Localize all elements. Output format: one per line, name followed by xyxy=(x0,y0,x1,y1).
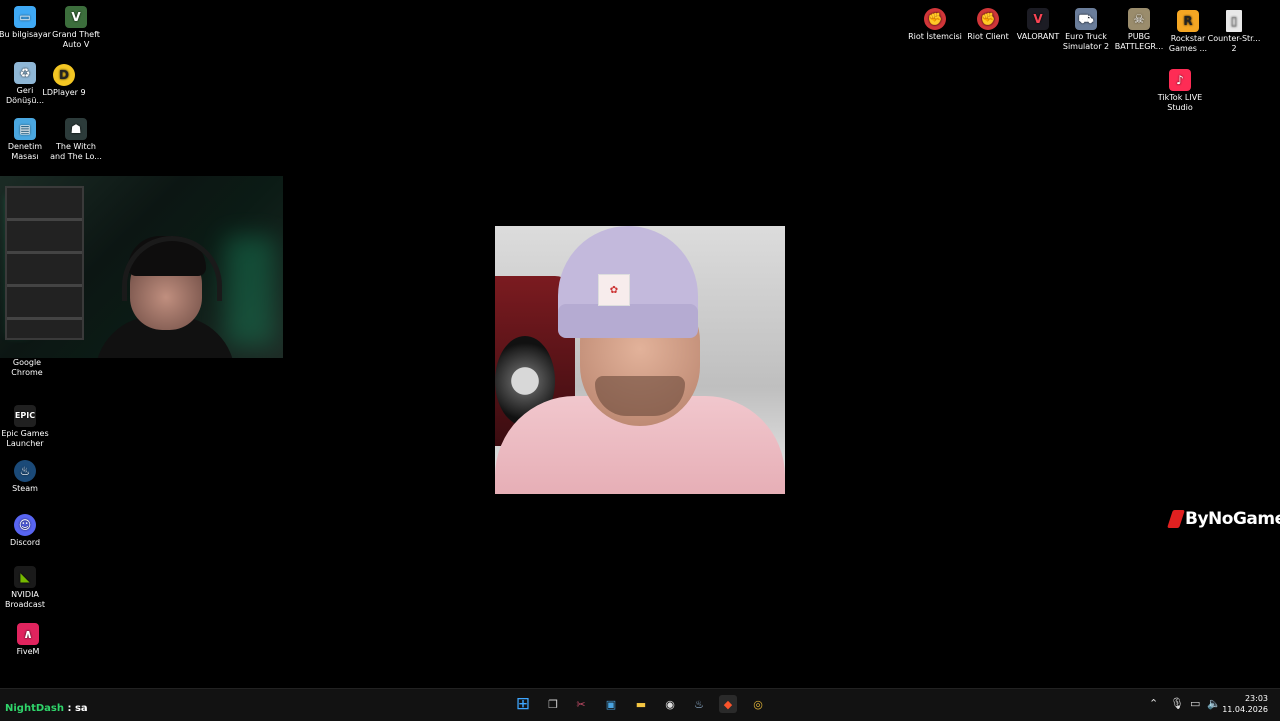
steam-icon: ♨ xyxy=(14,460,36,482)
desktop-icon-counter-strike[interactable]: ▯ Counter-Str... 2 xyxy=(1204,10,1264,54)
chat-username: NightDash xyxy=(5,703,64,714)
system-clock[interactable]: 23:03 11.04.2026 xyxy=(1220,693,1268,715)
rockstar-icon: R xyxy=(1177,10,1199,32)
webcam-overlay xyxy=(0,176,283,358)
riot-client-icon: ✊ xyxy=(977,8,999,30)
stream-chat-message: NightDash : sa xyxy=(5,703,88,714)
chevron-up-icon[interactable]: ⌃ xyxy=(1149,697,1158,710)
pubg-icon: ☠ xyxy=(1128,8,1150,30)
desktop-icon-label: TikTok LIVE Studio xyxy=(1157,93,1203,112)
desktop-icon-label: LDPlayer 9 xyxy=(42,88,86,97)
computer-icon: ▭ xyxy=(14,6,36,28)
desktop-icon-label: Steam xyxy=(12,484,38,493)
desktop-icon-label: Epic Games Launcher xyxy=(1,429,49,448)
desktop-icon-riot-istemcisi[interactable]: ✊ Riot İstemcisi xyxy=(905,8,965,42)
obs-icon[interactable]: ◉ xyxy=(661,695,679,713)
microphone-icon[interactable]: 🎙 xyxy=(1170,697,1184,710)
photos-icon[interactable]: ▣ xyxy=(602,695,620,713)
ets2-icon: ⛟ xyxy=(1075,8,1097,30)
epic-games-icon: EPIC xyxy=(14,405,36,427)
display-icon[interactable]: ▭ xyxy=(1190,697,1200,710)
bynogame-logo-icon xyxy=(1167,510,1185,528)
gta-icon: V xyxy=(65,6,87,28)
brave-icon[interactable]: ◆ xyxy=(719,695,737,713)
desktop-icon-label: Grand Theft Auto V xyxy=(52,30,100,49)
desktop-icon-ldplayer[interactable]: D LDPlayer 9 xyxy=(34,64,94,98)
center-photo: ✿ xyxy=(495,226,785,494)
desktop-icon-label: The Witch and The Lo... xyxy=(50,142,102,161)
desktop-icon-label: FiveM xyxy=(16,647,40,656)
desktop-icon-gta-v[interactable]: V Grand Theft Auto V xyxy=(46,6,106,50)
desktop-icon-discord[interactable]: ☺ Discord xyxy=(0,514,55,548)
tiktok-live-icon: ♪ xyxy=(1169,69,1191,91)
brand-text: ByNoGame xyxy=(1185,509,1280,529)
bynogame-watermark: ByNoGame xyxy=(1167,509,1280,529)
desktop-icon-label: Riot İstemcisi xyxy=(908,32,962,41)
desktop-icon-euro-truck[interactable]: ⛟ Euro Truck Simulator 2 xyxy=(1056,8,1116,52)
witch-game-icon: ☗ xyxy=(65,118,87,140)
riot-icon: ✊ xyxy=(924,8,946,30)
file-icon: ▯ xyxy=(1226,10,1242,32)
person-beard xyxy=(595,376,685,416)
control-panel-icon: ▤ xyxy=(14,118,36,140)
clock-date: 11.04.2026 xyxy=(1222,705,1268,714)
snipping-tool-icon[interactable]: ✂ xyxy=(572,695,590,713)
beanie-band xyxy=(558,304,698,338)
desktop-icon-tiktok-live[interactable]: ♪ TikTok LIVE Studio xyxy=(1150,69,1210,113)
desktop-icon-label: NVIDIA Broadcast xyxy=(4,590,46,609)
desktop-icon-steam[interactable]: ♨ Steam xyxy=(0,460,55,494)
nvidia-icon: ◣ xyxy=(14,566,36,588)
chrome-taskbar-icon[interactable]: ◎ xyxy=(749,695,767,713)
desktop-icon-chrome[interactable]: Google Chrome xyxy=(0,356,57,378)
task-view-icon[interactable]: ❐ xyxy=(544,695,562,713)
steam-taskbar-icon[interactable]: ♨ xyxy=(690,695,708,713)
ambient-light xyxy=(225,236,275,346)
desktop-icon-label: Counter-Str... 2 xyxy=(1207,34,1261,53)
background-shelf xyxy=(5,186,84,340)
desktop-icon-label: Euro Truck Simulator 2 xyxy=(1062,32,1110,51)
desktop-icon-label: Discord xyxy=(9,538,41,547)
ldplayer-icon: D xyxy=(53,64,75,86)
desktop-icon-label: Google Chrome xyxy=(11,358,43,377)
clock-time: 23:03 xyxy=(1244,694,1268,703)
fivem-icon: ∧ xyxy=(17,623,39,645)
volume-icon[interactable]: 🔈 xyxy=(1207,697,1221,710)
valorant-icon: V xyxy=(1027,8,1049,30)
desktop-icon-epic-games[interactable]: EPIC Epic Games Launcher xyxy=(0,405,55,449)
chat-text: sa xyxy=(71,703,88,714)
desktop-icon-witch-game[interactable]: ☗ The Witch and The Lo... xyxy=(46,118,106,162)
start-icon[interactable]: ⊞ xyxy=(514,694,532,714)
discord-icon: ☺ xyxy=(14,514,36,536)
file-explorer-icon[interactable]: ▬ xyxy=(632,695,650,713)
beanie-logo-icon: ✿ xyxy=(598,274,630,306)
desktop-icon-fivem[interactable]: ∧ FiveM xyxy=(0,623,58,657)
recycle-bin-icon: ♻ xyxy=(14,62,36,84)
desktop-icon-nvidia-broadcast[interactable]: ◣ NVIDIA Broadcast xyxy=(0,566,55,610)
